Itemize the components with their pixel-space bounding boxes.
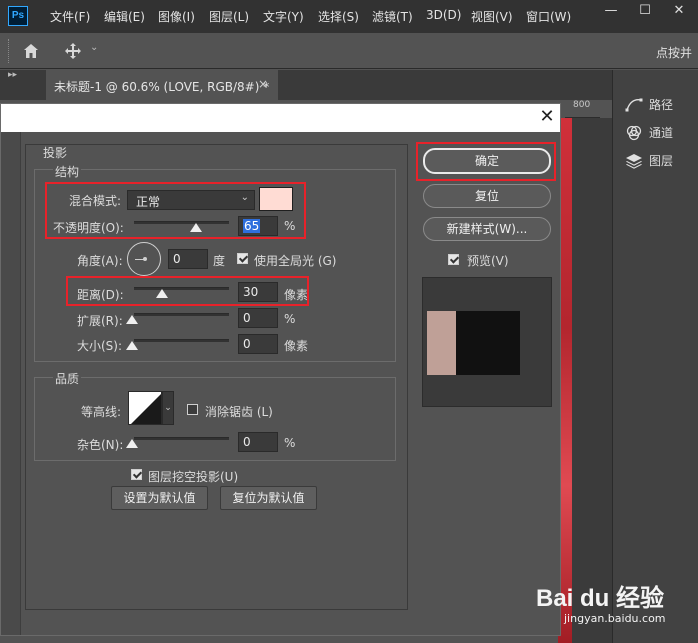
home-icon[interactable] (22, 42, 40, 60)
canvas-pasteboard (572, 118, 612, 643)
contour-curve-icon (131, 394, 161, 424)
window-close-button[interactable]: ✕ (662, 0, 696, 22)
watermark-logo: Bai du 经验 (536, 585, 665, 612)
options-bar: ⌄ 点按并 (0, 33, 698, 69)
tab-close-icon[interactable]: × (258, 77, 268, 91)
preview-shadow-swatch (427, 311, 457, 375)
styles-list-panel (1, 132, 21, 635)
anti-alias-checkbox[interactable] (187, 404, 198, 415)
baidu-watermark: Bai du 经验 jingyan.baidu.com (536, 570, 696, 640)
size-slider-thumb[interactable] (126, 341, 138, 350)
highlight-box-blend-opacity (45, 182, 306, 239)
size-slider-track[interactable] (134, 339, 229, 342)
dialog-title-bar (1, 104, 560, 132)
angle-label: 角度(A): (77, 254, 123, 268)
menu-select[interactable]: 选择(S) (318, 8, 359, 25)
spread-unit: % (284, 312, 296, 326)
size-unit: 像素 (284, 339, 309, 353)
panel-channels[interactable]: 通道 (625, 124, 697, 146)
options-text: 点按并 (656, 46, 693, 60)
layers-icon (626, 153, 642, 169)
new-style-button[interactable]: 新建样式(W)... (423, 217, 551, 241)
options-bar-grip (8, 39, 10, 63)
angle-dial[interactable] (127, 242, 161, 276)
watermark-url: jingyan.baidu.com (564, 612, 666, 625)
chevron-down-icon[interactable]: ⌄ (90, 42, 98, 53)
panel-layers[interactable]: 图层 (625, 152, 697, 174)
preview-main-swatch (456, 311, 520, 375)
minimize-button[interactable]: — (594, 0, 628, 22)
highlight-box-ok (416, 142, 556, 181)
menu-edit[interactable]: 编辑(E) (104, 8, 145, 25)
ruler-label: 800 (573, 100, 591, 110)
style-preview-box (422, 277, 552, 407)
noise-slider-track[interactable] (134, 437, 229, 440)
menu-3d[interactable]: 3D(D) (426, 8, 461, 22)
noise-label: 杂色(N): (77, 438, 124, 452)
spread-slider-thumb[interactable] (126, 315, 138, 324)
structure-title: 结构 (53, 163, 82, 180)
reset-button[interactable]: 复位 (423, 184, 551, 208)
document-tab-title: 未标题-1 @ 60.6% (LOVE, RGB/8#) * (54, 80, 270, 94)
contour-label: 等高线: (81, 405, 122, 419)
menu-image[interactable]: 图像(I) (158, 8, 195, 25)
noise-input[interactable]: 0 (238, 432, 278, 452)
noise-unit: % (284, 436, 296, 450)
contour-picker[interactable] (128, 391, 162, 425)
angle-input[interactable]: 0 (168, 249, 208, 269)
noise-slider-thumb[interactable] (126, 439, 138, 448)
layer-style-dialog: ✕ 投影 结构 混合模式: 正常 ⌄ 不透明度(O): 65 % 角度(A): … (0, 103, 561, 636)
panel-paths-label: 路径 (649, 98, 674, 112)
collapse-left-icon[interactable]: ▸▸ (8, 70, 17, 80)
menu-window[interactable]: 窗口(W) (526, 8, 571, 25)
panel-paths[interactable]: 路径 (625, 96, 697, 118)
menu-view[interactable]: 视图(V) (471, 8, 513, 25)
knockout-label: 图层挖空投影(U) (148, 470, 239, 484)
document-tab-bar: 未标题-1 @ 60.6% (LOVE, RGB/8#) * × (0, 70, 612, 100)
channels-icon (626, 125, 642, 140)
quality-title: 品质 (53, 370, 82, 387)
global-light-label: 使用全局光 (G) (254, 254, 337, 268)
panel-channels-label: 通道 (649, 126, 674, 140)
spread-slider-track[interactable] (134, 313, 229, 316)
ruler: 800 (565, 100, 600, 118)
menu-type[interactable]: 文字(Y) (263, 8, 304, 25)
right-panel-dock: 路径 通道 图层 (612, 70, 698, 643)
set-default-button[interactable]: 设置为默认值 (111, 486, 208, 510)
knockout-checkbox[interactable] (131, 469, 142, 480)
panel-layers-label: 图层 (649, 154, 674, 168)
angle-center (143, 257, 147, 261)
size-input[interactable]: 0 (238, 334, 278, 354)
spread-label: 扩展(R): (77, 314, 123, 328)
anti-alias-label: 消除锯齿 (L) (205, 405, 273, 419)
chevron-down-icon[interactable]: ⌄ (162, 391, 174, 425)
menu-file[interactable]: 文件(F) (50, 8, 90, 25)
move-tool-icon[interactable] (64, 42, 82, 60)
dialog-close-icon[interactable]: ✕ (537, 107, 557, 127)
size-label: 大小(S): (77, 339, 123, 353)
angle-unit: 度 (213, 254, 226, 268)
menu-filter[interactable]: 滤镜(T) (372, 8, 413, 25)
reset-default-button[interactable]: 复位为默认值 (220, 486, 317, 510)
preview-label: 预览(V) (467, 254, 509, 268)
menu-bar: Ps 文件(F) 编辑(E) 图像(I) 图层(L) 文字(Y) 选择(S) 滤… (0, 0, 698, 33)
global-light-checkbox[interactable] (237, 253, 248, 264)
menu-layer[interactable]: 图层(L) (209, 8, 249, 25)
maximize-button[interactable]: ☐ (628, 0, 662, 22)
spread-input[interactable]: 0 (238, 308, 278, 328)
photoshop-logo-icon: Ps (8, 6, 28, 26)
paths-icon (625, 98, 643, 111)
document-tab[interactable]: 未标题-1 @ 60.6% (LOVE, RGB/8#) * × (46, 70, 278, 100)
preview-checkbox[interactable] (448, 254, 459, 265)
drop-shadow-title: 投影 (43, 146, 68, 160)
highlight-box-distance (66, 276, 309, 306)
